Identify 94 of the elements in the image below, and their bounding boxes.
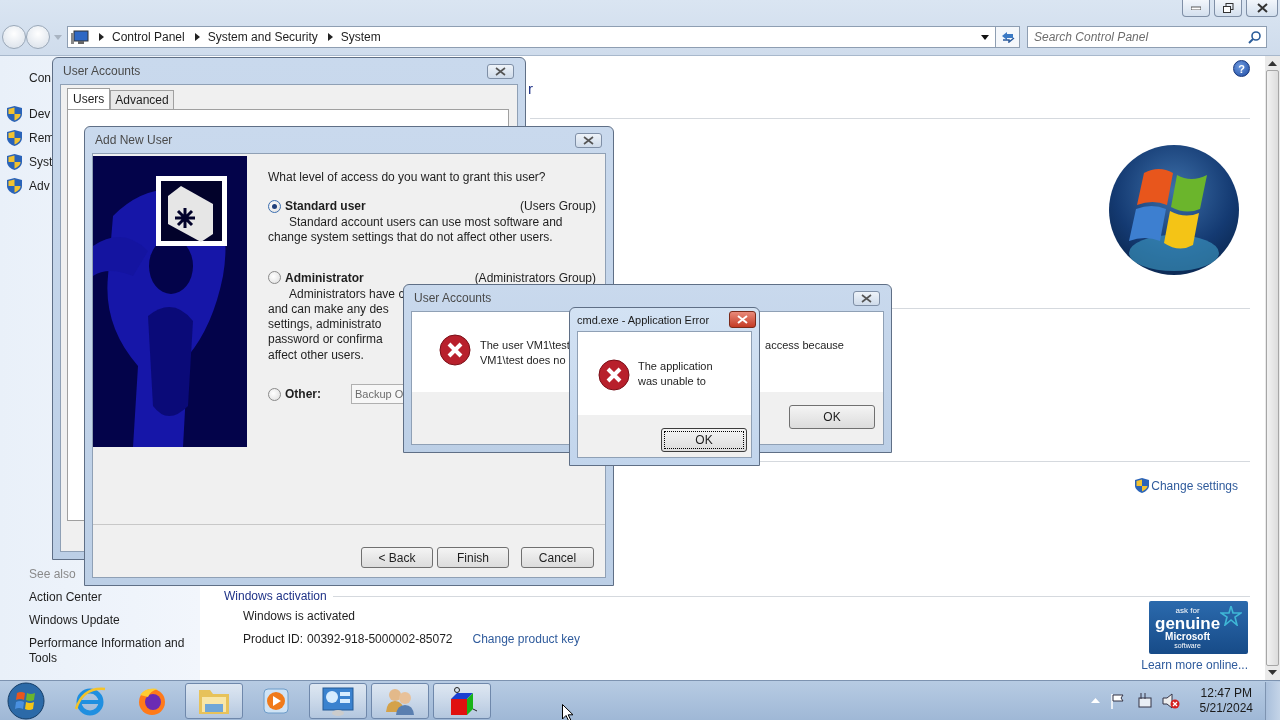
tab[interactable]: Advanced <box>110 90 174 109</box>
product-id-label: Product ID: <box>243 632 304 646</box>
shield-icon <box>7 106 22 122</box>
close-button[interactable] <box>487 63 514 79</box>
dialog-button[interactable]: < Back <box>361 547 433 568</box>
ok-button[interactable]: OK <box>661 428 747 452</box>
taskbar-button[interactable] <box>185 682 243 719</box>
window-title: Add New User <box>94 133 173 147</box>
taskbar-button[interactable] <box>433 682 491 719</box>
dropdown-icon[interactable] <box>981 34 989 40</box>
learn-more-link[interactable]: Learn more online... <box>1141 658 1248 672</box>
sidebar-link[interactable]: Windows Update <box>29 613 120 628</box>
option-description: Standard account users can use most software and change system settings that do not affect other users. <box>268 215 563 245</box>
close-icon <box>861 293 872 303</box>
window-title: cmd.exe - Application Error <box>577 313 710 326</box>
link-text[interactable]: Change settings <box>1151 478 1238 493</box>
error-icon <box>439 334 471 366</box>
breadcrumb-item[interactable]: System and Security <box>207 30 318 44</box>
change-product-key-link[interactable]: Change product key <box>472 632 580 646</box>
address-field[interactable]: Control Panel System and Security System <box>67 26 996 48</box>
option-label[interactable]: Standard user <box>285 199 366 213</box>
search-icon <box>1248 30 1261 44</box>
activation-status: Windows is activated <box>243 609 357 623</box>
question-text: What level of access do you want to grant this user? <box>268 170 547 184</box>
taskbar-button[interactable] <box>309 682 367 719</box>
section-title: Windows activation <box>224 589 327 603</box>
error-message: The user VM1\test VM1\test does no <box>480 338 570 368</box>
chevron-icon[interactable] <box>99 33 104 41</box>
error-icon <box>598 359 630 391</box>
close-button[interactable] <box>853 290 880 306</box>
sidebar-link[interactable]: Syst <box>29 155 53 169</box>
radio-button[interactable] <box>268 387 281 401</box>
shield-icon <box>1135 478 1150 493</box>
group-field[interactable]: Backup O <box>351 384 406 405</box>
star-icon <box>1220 606 1242 626</box>
control-panel-icon <box>321 684 355 717</box>
minimize-icon <box>1191 6 1201 10</box>
close-button[interactable] <box>1246 0 1278 17</box>
change-settings-link[interactable]: Change settings <box>1135 478 1238 493</box>
sidebar-link[interactable]: Dev <box>29 107 51 121</box>
close-icon <box>1256 3 1268 13</box>
computer-icon <box>71 30 89 44</box>
tab[interactable]: Users <box>67 88 111 109</box>
sidebar-link[interactable]: Action Center <box>29 590 102 605</box>
help-button[interactable]: ? <box>1233 60 1250 77</box>
network-icon[interactable] <box>1135 692 1152 709</box>
taskbar-button[interactable] <box>371 682 429 719</box>
refresh-icon <box>1000 31 1015 43</box>
start-button[interactable] <box>6 680 46 720</box>
search-field[interactable]: Search Control Panel <box>1034 30 1248 44</box>
window-title: User Accounts <box>413 291 492 305</box>
close-icon <box>495 66 506 76</box>
scroll-up-icon[interactable] <box>1268 61 1277 66</box>
radio-button[interactable] <box>268 271 281 285</box>
sidebar-link[interactable]: Con <box>29 71 51 85</box>
close-button[interactable] <box>729 311 756 328</box>
breadcrumb-item[interactable]: System <box>340 30 381 44</box>
option-label[interactable]: Administrator <box>285 270 364 285</box>
window-title: User Accounts <box>62 64 141 78</box>
close-button[interactable] <box>575 132 602 148</box>
flag-icon[interactable] <box>1109 692 1126 709</box>
option-label[interactable]: Other: <box>285 387 321 402</box>
sidebar-link[interactable]: Adv <box>29 179 50 193</box>
ok-button[interactable]: OK <box>789 405 875 429</box>
refresh-button[interactable] <box>996 26 1020 48</box>
close-icon <box>737 315 748 324</box>
shield-icon <box>7 154 22 170</box>
shield-icon <box>7 130 22 146</box>
breadcrumb-item[interactable]: Control Panel <box>112 30 185 44</box>
sidebar-link[interactable]: Performance Information and Tools <box>29 636 195 666</box>
page-heading: r <box>528 80 533 97</box>
clock-time[interactable]: 12:47 PM <box>1200 685 1252 701</box>
radio-button[interactable] <box>268 199 281 213</box>
dialog-button[interactable]: Finish <box>437 547 509 568</box>
section-title: See also <box>29 567 76 581</box>
play-icon <box>261 685 291 716</box>
product-id: 00392-918-5000002-85072 <box>307 632 453 646</box>
search-box[interactable]: Search Control Panel <box>1027 26 1267 48</box>
scrollbar[interactable] <box>1265 56 1280 680</box>
group-name: (Administrators Group) <box>474 270 596 285</box>
clock-date[interactable]: 5/21/2024 <box>1199 700 1253 716</box>
mouse-cursor-icon <box>562 704 574 720</box>
scroll-down-icon[interactable] <box>1268 670 1277 675</box>
dialog-button[interactable]: Cancel <box>521 547 594 568</box>
error-message: The application was unable to <box>638 359 713 389</box>
close-icon <box>583 135 594 145</box>
restore-icon <box>1222 3 1234 13</box>
shield-icon <box>7 178 22 194</box>
restore-button[interactable] <box>1214 0 1242 17</box>
chevron-icon[interactable] <box>327 33 333 41</box>
error-message: access because <box>765 338 844 353</box>
chevron-icon[interactable] <box>194 33 200 41</box>
group-name: (Users Group) <box>520 199 596 213</box>
speaker-muted-icon[interactable] <box>1161 692 1180 709</box>
